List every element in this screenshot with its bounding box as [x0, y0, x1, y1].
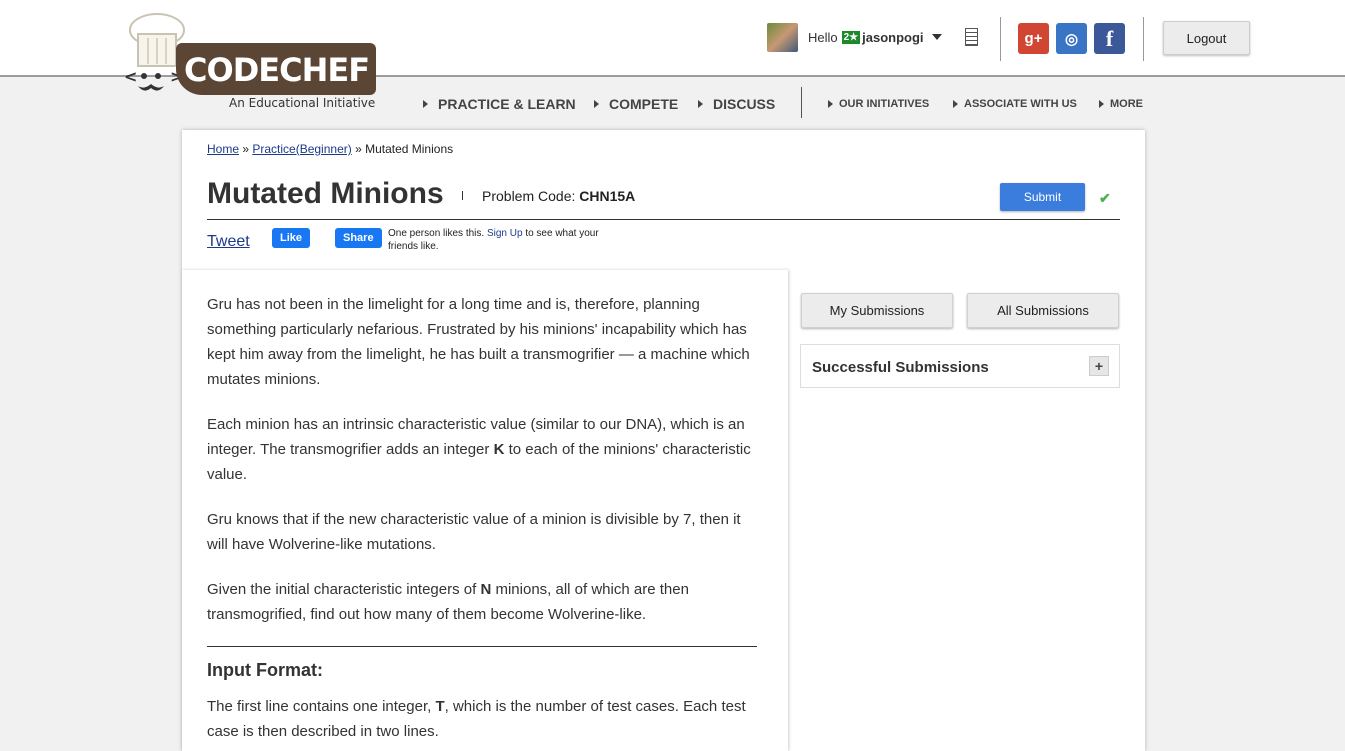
greeting-text: Hello	[808, 29, 838, 45]
fb-signup-link[interactable]: Sign Up	[487, 228, 523, 239]
statement-paragraph: Given the initial characteristic integer…	[207, 577, 762, 627]
statement-paragraph: The first line contains one integer, T, …	[207, 694, 762, 744]
variable-t: T	[435, 698, 445, 715]
tweet-link[interactable]: Tweet	[207, 233, 250, 251]
main-nav: COMPETE	[594, 92, 678, 116]
problem-code-value: CHN15A	[579, 188, 636, 204]
main-nav: PRACTICE & LEARN	[423, 92, 576, 116]
breadcrumb-separator: »	[351, 142, 366, 156]
title-rule	[207, 219, 1120, 220]
rating-badge: 2★	[841, 30, 861, 44]
submit-button[interactable]: Submit	[1000, 183, 1085, 211]
panel-title: Successful Submissions	[812, 359, 989, 376]
svg-text:<: <	[124, 67, 137, 86]
nav-label: COMPETE	[609, 96, 679, 112]
plus-icon[interactable]: +	[1089, 356, 1109, 376]
problem-card: Home » Practice(Beginner) » Mutated Mini…	[182, 130, 1145, 751]
logo-text: CODECHEF	[184, 51, 370, 89]
chevron-down-icon[interactable]	[931, 34, 942, 40]
greeting: Hello 2★ jasonpogi	[808, 30, 924, 45]
successful-submissions-panel[interactable]: Successful Submissions +	[800, 344, 1120, 388]
nav-label: OUR INITIATIVES	[839, 98, 930, 110]
avatar[interactable]	[767, 22, 798, 52]
fb-share-label: Share	[343, 232, 374, 244]
logout-button[interactable]: Logout	[1163, 21, 1250, 55]
user-menu[interactable]: Hello 2★ jasonpogi	[767, 22, 942, 52]
statement-paragraph: Each minion has an intrinsic characteris…	[207, 412, 762, 487]
facebook-icon[interactable]: f	[1094, 23, 1125, 54]
breadcrumb-home[interactable]: Home	[207, 142, 239, 156]
google-plus-icon[interactable]: g+	[1018, 23, 1049, 54]
input-format-heading: Input Format:	[207, 660, 323, 680]
logo-wordmark: CODECHEF	[176, 43, 376, 95]
github-icon[interactable]: ◎	[1056, 23, 1087, 54]
breadcrumb-current: Mutated Minions	[365, 142, 454, 156]
nav-label: DISCUSS	[713, 96, 776, 112]
breadcrumb-practice[interactable]: Practice(Beginner)	[252, 142, 351, 156]
nav-label: PRACTICE & LEARN	[438, 96, 576, 112]
variable-k: K	[493, 441, 505, 458]
divider	[1000, 17, 1001, 61]
check-icon: ✔	[1099, 190, 1111, 206]
section-divider	[207, 646, 757, 647]
variable-n: N	[480, 581, 492, 598]
divider	[1143, 17, 1144, 61]
text: Given the initial characteristic integer…	[207, 581, 481, 598]
fb-like-label: Like	[280, 232, 303, 244]
likes-count-text: One person likes this.	[388, 228, 485, 239]
breadcrumb: Home » Practice(Beginner) » Mutated Mini…	[207, 142, 453, 156]
secondary-nav: ASSOCIATE WITH US	[953, 92, 1077, 116]
caret-right-icon	[1099, 100, 1104, 108]
nav-compete[interactable]: COMPETE	[594, 96, 678, 112]
fb-like-button[interactable]: Like	[272, 228, 311, 248]
chef-face-icon: < >	[124, 67, 182, 91]
all-submissions-button[interactable]: All Submissions	[967, 293, 1119, 328]
nav-label: MORE	[1110, 98, 1143, 110]
nav-label: ASSOCIATE WITH US	[964, 98, 1077, 110]
my-submissions-button[interactable]: My Submissions	[801, 293, 953, 328]
fb-likes-text: One person likes this. Sign Up to see wh…	[388, 227, 628, 253]
notes-icon[interactable]	[965, 28, 978, 46]
caret-right-icon	[698, 100, 703, 108]
caret-right-icon	[953, 100, 958, 108]
breadcrumb-separator: »	[239, 142, 253, 156]
caret-right-icon	[828, 100, 833, 108]
nav-more[interactable]: MORE	[1099, 98, 1143, 110]
main-nav: DISCUSS	[698, 92, 775, 116]
nav-associate[interactable]: ASSOCIATE WITH US	[953, 98, 1077, 110]
title-divider	[462, 191, 463, 200]
statement-paragraph: Gru has not been in the limelight for a …	[207, 296, 750, 388]
caret-right-icon	[423, 100, 428, 108]
caret-right-icon	[594, 100, 599, 108]
nav-practice[interactable]: PRACTICE & LEARN	[423, 96, 576, 112]
problem-code: Problem Code: CHN15A	[482, 188, 635, 204]
nav-divider	[801, 87, 802, 118]
nav-initiatives[interactable]: OUR INITIATIVES	[828, 98, 929, 110]
secondary-nav: MORE	[1099, 92, 1143, 116]
secondary-nav: OUR INITIATIVES	[828, 92, 929, 116]
nav-discuss[interactable]: DISCUSS	[698, 96, 775, 112]
text: The first line contains one integer,	[207, 698, 436, 715]
username[interactable]: jasonpogi	[862, 30, 923, 45]
logo-tagline: An Educational Initiative	[229, 96, 376, 110]
problem-code-label: Problem Code:	[482, 188, 576, 204]
statement-paragraph: Gru knows that if the new characteristic…	[207, 511, 741, 553]
fb-share-button[interactable]: Share	[335, 228, 382, 248]
page-title: Mutated Minions	[207, 177, 444, 210]
